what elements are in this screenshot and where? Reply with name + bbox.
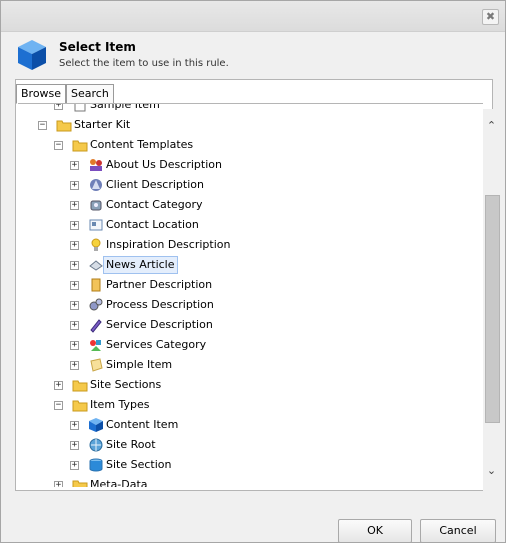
document-icon bbox=[91, 278, 101, 292]
tree-node-label[interactable]: Services Category bbox=[106, 335, 206, 355]
tree-node[interactable]: + Site Sections bbox=[18, 375, 478, 395]
tree-node[interactable]: − Content Templates bbox=[18, 135, 478, 155]
blue-cube-icon bbox=[18, 40, 46, 70]
folder-icon bbox=[56, 120, 72, 132]
expand-icon[interactable]: + bbox=[70, 241, 79, 250]
tree-node-label[interactable]: News Article bbox=[103, 256, 178, 274]
gears-icon bbox=[89, 298, 103, 311]
expand-icon[interactable]: + bbox=[70, 341, 79, 350]
tree-node-label[interactable]: Content Item bbox=[106, 415, 178, 435]
tree-node-label[interactable]: Inspiration Description bbox=[106, 235, 230, 255]
tree-node-label[interactable]: Meta-Data bbox=[90, 475, 148, 487]
folder-icon bbox=[72, 140, 88, 152]
tree-node-label[interactable]: Service Description bbox=[106, 315, 213, 335]
scroll-thumb[interactable] bbox=[485, 195, 500, 423]
expand-icon[interactable]: + bbox=[70, 321, 79, 330]
people-icon bbox=[90, 159, 102, 171]
scroll-down-button[interactable]: ⌄ bbox=[483, 464, 500, 482]
close-button[interactable]: ✖ bbox=[482, 9, 499, 25]
note-icon bbox=[90, 358, 103, 372]
tree-node[interactable]: − Item Types bbox=[18, 395, 478, 415]
dialog-footer: OK Cancel bbox=[1, 493, 505, 542]
globe-icon bbox=[89, 438, 103, 452]
blue-cube-icon bbox=[89, 418, 103, 432]
tree-node[interactable]: + Service Description bbox=[18, 315, 478, 335]
tree-node[interactable]: + Contact Category bbox=[18, 195, 478, 215]
expand-icon[interactable]: + bbox=[70, 281, 79, 290]
cancel-button[interactable]: Cancel bbox=[420, 519, 496, 542]
tools-icon bbox=[90, 319, 102, 333]
tree-node[interactable]: + Client Description bbox=[18, 175, 478, 195]
tree-node[interactable]: + Content Item bbox=[18, 415, 478, 435]
tree-node-label[interactable]: Client Description bbox=[106, 175, 204, 195]
database-icon bbox=[89, 458, 103, 472]
folder-icon bbox=[72, 380, 88, 392]
folder-icon bbox=[72, 400, 88, 412]
tree-node[interactable]: + Process Description bbox=[18, 295, 478, 315]
page-icon bbox=[74, 104, 86, 112]
dialog-subtitle: Select the item to use in this rule. bbox=[59, 58, 229, 69]
client-icon bbox=[90, 179, 102, 191]
lightbulb-icon bbox=[91, 238, 101, 251]
expand-icon[interactable]: + bbox=[70, 221, 79, 230]
tree-node[interactable]: + Meta-Data bbox=[18, 475, 478, 487]
expand-icon[interactable]: + bbox=[54, 381, 63, 390]
item-tree[interactable]: + Sample Item − Starter Kit − Content Templat… bbox=[18, 103, 483, 487]
collapse-icon[interactable]: − bbox=[54, 141, 63, 150]
tab-browse[interactable]: Browse bbox=[16, 84, 67, 104]
tree-node[interactable]: + Inspiration Description bbox=[18, 235, 478, 255]
tree-node-label[interactable]: Site Section bbox=[106, 455, 171, 475]
dialog-title: Select Item bbox=[59, 40, 136, 54]
expand-icon[interactable]: + bbox=[70, 421, 79, 430]
tree-node-label[interactable]: Contact Category bbox=[106, 195, 203, 215]
tree-node[interactable]: + Partner Description bbox=[18, 275, 478, 295]
tree-node[interactable]: + Site Root bbox=[18, 435, 478, 455]
expand-icon[interactable]: + bbox=[54, 481, 63, 487]
tree-node-label[interactable]: Process Description bbox=[106, 295, 214, 315]
tree-node-label[interactable]: Site Sections bbox=[90, 375, 161, 395]
tree-node[interactable]: + Sample Item bbox=[18, 104, 478, 115]
tree-node[interactable]: + Contact Location bbox=[18, 215, 478, 235]
expand-icon[interactable]: + bbox=[70, 301, 79, 310]
folder-icon bbox=[72, 480, 88, 487]
select-item-dialog: ✖ Select Item Select the item to use in … bbox=[0, 0, 506, 543]
tree-node[interactable]: + News Article bbox=[18, 255, 478, 275]
tree-node-label[interactable]: Site Root bbox=[106, 435, 156, 455]
expand-icon[interactable]: + bbox=[70, 161, 79, 170]
expand-icon[interactable]: + bbox=[70, 361, 79, 370]
ok-button[interactable]: OK bbox=[338, 519, 412, 542]
tree-node-label[interactable]: Partner Description bbox=[106, 275, 212, 295]
tree-node-label[interactable]: Sample Item bbox=[90, 104, 160, 115]
tree-node-label[interactable]: Item Types bbox=[90, 395, 150, 415]
collapse-icon[interactable]: − bbox=[38, 121, 47, 130]
shapes-icon bbox=[90, 340, 101, 351]
tree-scrollbar[interactable]: ⌃ ⌄ bbox=[483, 109, 500, 491]
tree-node-label[interactable]: Starter Kit bbox=[74, 115, 130, 135]
dialog-header: Select Item Select the item to use in th… bbox=[1, 32, 505, 77]
newspaper-icon bbox=[89, 260, 103, 271]
expand-icon[interactable]: + bbox=[70, 201, 79, 210]
scroll-up-button[interactable]: ⌃ bbox=[483, 119, 500, 137]
phone-icon bbox=[90, 200, 102, 211]
expand-icon[interactable]: + bbox=[70, 181, 79, 190]
tree-node-label[interactable]: About Us Description bbox=[106, 155, 222, 175]
expand-icon[interactable]: + bbox=[54, 104, 63, 110]
tree-node[interactable]: + About Us Description bbox=[18, 155, 478, 175]
expand-icon[interactable]: + bbox=[70, 441, 79, 450]
tree-node-label[interactable]: Content Templates bbox=[90, 135, 193, 155]
tree-node[interactable]: + Services Category bbox=[18, 335, 478, 355]
tree-node[interactable]: − Starter Kit bbox=[18, 115, 478, 135]
tab-search[interactable]: Search bbox=[66, 84, 114, 104]
expand-icon[interactable]: + bbox=[70, 261, 79, 270]
tree-node-label[interactable]: Contact Location bbox=[106, 215, 199, 235]
dialog-titlebar[interactable]: ✖ bbox=[1, 1, 505, 32]
tree-node[interactable]: + Simple Item bbox=[18, 355, 478, 375]
address-card-icon bbox=[89, 219, 103, 231]
tree-node[interactable]: + Site Section bbox=[18, 455, 478, 475]
collapse-icon[interactable]: − bbox=[54, 401, 63, 410]
tree-node-label[interactable]: Simple Item bbox=[106, 355, 172, 375]
expand-icon[interactable]: + bbox=[70, 461, 79, 470]
